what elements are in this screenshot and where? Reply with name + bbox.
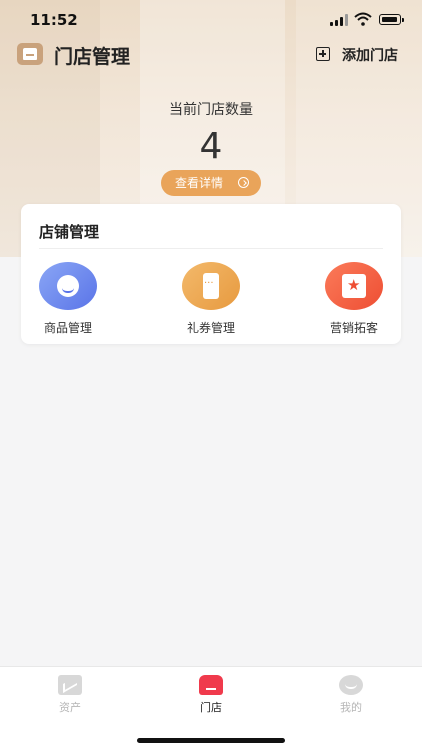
tab-store-label: 门店 bbox=[200, 701, 222, 714]
star-badge-icon bbox=[325, 262, 383, 310]
coupon-management-label: 礼券管理 bbox=[186, 321, 235, 335]
nav-bar: 门店管理 添加门店 bbox=[0, 40, 422, 72]
tab-mine-label: 我的 bbox=[340, 701, 362, 714]
tab-assets[interactable]: 资产 bbox=[30, 675, 110, 715]
chart-icon bbox=[58, 675, 82, 695]
shop-management-card: 店铺管理 商品管理 礼券管理 营销拓客 bbox=[21, 204, 401, 344]
divider bbox=[39, 248, 383, 249]
chevron-right-icon bbox=[238, 177, 249, 188]
marketing-label: 营销拓客 bbox=[329, 321, 378, 335]
marketing-item[interactable]: 营销拓客 bbox=[311, 262, 397, 336]
store-logo-icon bbox=[17, 43, 43, 65]
add-icon[interactable] bbox=[316, 47, 330, 61]
tab-store[interactable]: 门店 bbox=[171, 675, 251, 715]
add-store-button[interactable]: 添加门店 bbox=[342, 45, 398, 65]
signal-icon bbox=[330, 14, 348, 26]
card-title: 店铺管理 bbox=[39, 223, 100, 241]
coupon-icon bbox=[182, 262, 240, 310]
wifi-icon bbox=[354, 12, 372, 26]
tab-assets-label: 资产 bbox=[59, 701, 81, 714]
face-icon bbox=[39, 262, 97, 310]
view-details-button[interactable]: 查看详情 bbox=[161, 170, 261, 196]
page-title: 门店管理 bbox=[54, 46, 131, 68]
view-details-label: 查看详情 bbox=[175, 176, 224, 190]
tab-mine[interactable]: 我的 bbox=[311, 675, 391, 715]
status-bar: 11:52 bbox=[0, 0, 422, 40]
goods-management-item[interactable]: 商品管理 bbox=[25, 262, 111, 336]
smile-icon bbox=[339, 675, 363, 695]
battery-icon bbox=[379, 14, 404, 25]
store-count-value: 4 bbox=[199, 126, 223, 167]
home-indicator bbox=[137, 738, 285, 743]
goods-management-label: 商品管理 bbox=[43, 321, 92, 335]
store-count-label: 当前门店数量 bbox=[169, 102, 253, 118]
coupon-management-item[interactable]: 礼券管理 bbox=[168, 262, 254, 336]
status-time: 11:52 bbox=[30, 11, 78, 29]
store-icon bbox=[199, 675, 223, 695]
